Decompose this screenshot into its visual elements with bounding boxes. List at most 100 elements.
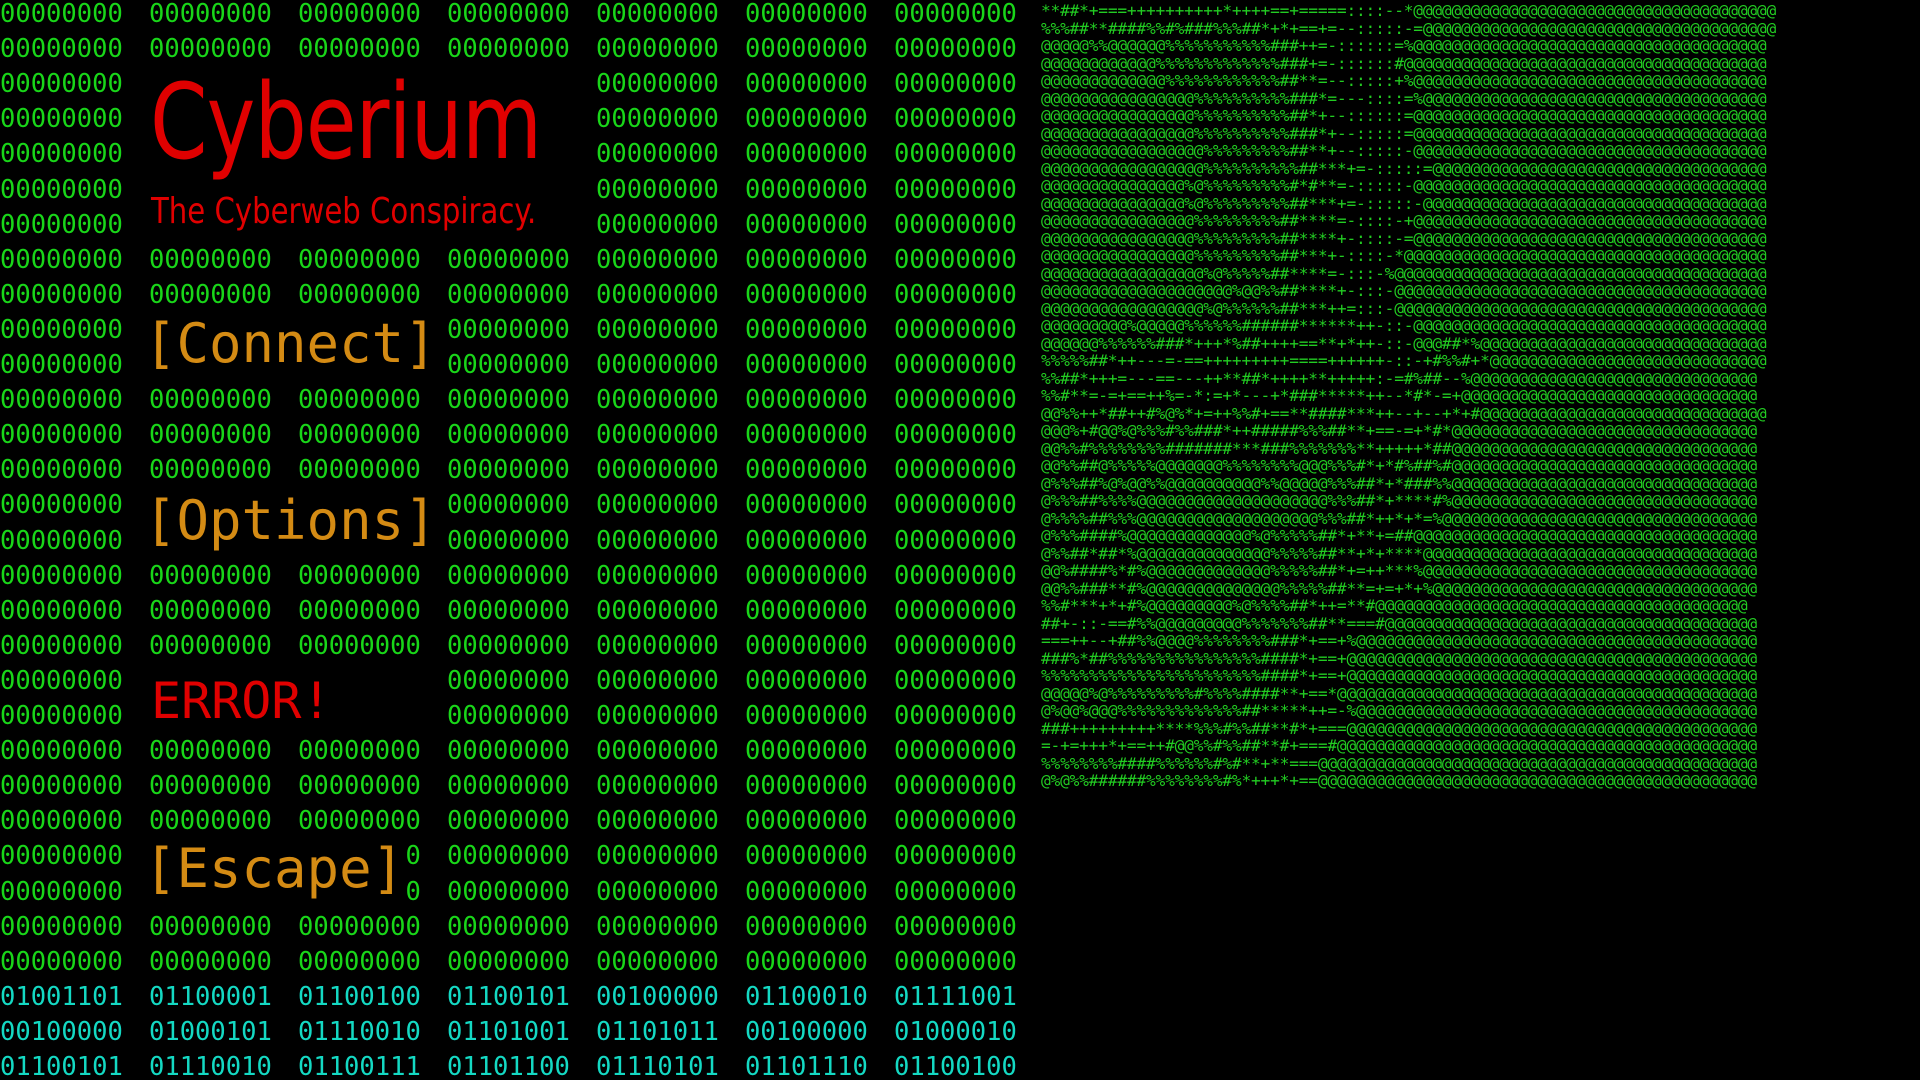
- binary-cell: 00000000: [596, 139, 719, 170]
- binary-cell: 00000000: [447, 806, 570, 837]
- ascii-art-line: @@@@@@@@@@@@%%%%%%%%%%%%%###+=-::::::#@@…: [1041, 53, 1767, 73]
- ascii-art-line: @@@@@%@%%%%%%%%%#%%%%####**+==*@@@@@@@@@…: [1041, 683, 1757, 703]
- binary-cell: 00000000: [894, 69, 1017, 100]
- binary-cell: 01100010: [745, 981, 868, 1012]
- binary-cell: 00000000: [745, 736, 868, 767]
- binary-cell: 00000000: [894, 525, 1017, 556]
- ascii-art-line: @@%%#%%%%%%%%#######***###%%%%%%%**+++++…: [1041, 438, 1757, 458]
- binary-cell: 00000000: [894, 34, 1017, 65]
- binary-cell: 00000000: [447, 385, 570, 416]
- binary-cell: 01100100: [298, 981, 421, 1012]
- binary-cell: 00000000: [0, 420, 123, 451]
- binary-cell: 00000000: [447, 525, 570, 556]
- binary-cell: 00000000: [0, 946, 123, 977]
- binary-cell: 00100000: [596, 981, 719, 1012]
- ascii-art-line: %%%##**####%%#%###%%%##*+*+==+=--:::::-=…: [1041, 18, 1777, 38]
- binary-cell: 00000000: [149, 806, 272, 837]
- binary-cell: 00000000: [0, 385, 123, 416]
- binary-cell: 00000000: [745, 946, 868, 977]
- ascii-art-line: @@%####%*#%@@@@@@@@@@@@@%%%%%##*+=++***%…: [1041, 561, 1757, 580]
- binary-cell: 00000000: [0, 841, 123, 872]
- binary-cell: 01001101: [0, 981, 123, 1012]
- ascii-art-line: ###%*##%%%%%%%%%%%%%%%%####*+==+@@@@@@@@…: [1041, 648, 1757, 668]
- ascii-art-line: @%%%##%%%%@@@@@@@@@@@@@@@@@@@@%%%##*+***…: [1041, 491, 1757, 510]
- binary-cell: 00000000: [596, 174, 719, 205]
- binary-cell: 00000000: [596, 876, 719, 907]
- binary-cell: 00000000: [745, 876, 868, 907]
- binary-cell: 00000000: [447, 279, 570, 310]
- ascii-art-line: @@@@@@@@@@@@@@@@@%%%%%%%%%%##***+=-:::::…: [1041, 158, 1767, 178]
- binary-cell: 00000000: [894, 174, 1017, 205]
- binary-cell: 00000000: [596, 911, 719, 942]
- binary-cell: 00100000: [745, 1016, 868, 1047]
- binary-cell: 00000000: [894, 455, 1017, 486]
- binary-cell: 00000000: [149, 911, 272, 942]
- binary-cell: 00000000: [149, 595, 272, 626]
- binary-cell: 00000000: [447, 314, 570, 345]
- ascii-art-line: @@@@@@@@@@@@@@@@%%%%%%%%%##***+-::::-*@@…: [1041, 246, 1767, 265]
- binary-cell: 00000000: [745, 665, 868, 696]
- binary-cell: 00000000: [894, 736, 1017, 767]
- binary-cell: 00000000: [0, 174, 123, 205]
- binary-cell: 00000000: [596, 560, 719, 591]
- binary-cell: 00000000: [745, 139, 868, 170]
- escape-button[interactable]: [Escape]: [144, 838, 404, 900]
- binary-cell: 00000000: [149, 244, 272, 275]
- ascii-art-line: @@@%+#@@%@%%%#%%###*++#####%%%##**+==-=+…: [1041, 421, 1757, 440]
- ascii-art-line: ===++--+##%%@@@@%%%%%%%%###*+==+%@@@@@@@…: [1041, 631, 1757, 650]
- binary-cell: 00000000: [596, 736, 719, 767]
- binary-cell: 00000000: [447, 595, 570, 626]
- options-button[interactable]: [Options]: [144, 490, 437, 552]
- binary-cell: 00000000: [596, 946, 719, 977]
- ascii-art-line: @@@@@@@@@@@@@@@%@%%%%%%%%%#*#**=-:::::-@…: [1041, 176, 1767, 195]
- ascii-art-line: @@%%###**#%@@@@@@@@@@@@@@%%%%%##**=+=+*+…: [1041, 578, 1757, 598]
- ascii-art-line: **##*+===++++++++++*++++==+=====::::--*@…: [1041, 1, 1777, 20]
- ascii-art-line: %%%%%%%%%%%%%%%%%%%%%%%####*+==+@@@@@@@@…: [1041, 666, 1757, 685]
- binary-cell: 00000000: [894, 490, 1017, 521]
- ascii-art-line: %%%%%##*++---=-==+++++++++====++++++-::-…: [1041, 351, 1767, 370]
- binary-cell: 01101110: [745, 1052, 868, 1080]
- binary-cell: 00000000: [447, 911, 570, 942]
- ascii-art-line: @@@@@@@@@@@@@@@@@%@%%%%%##****=-:::-%@@@…: [1041, 263, 1767, 283]
- binary-cell: 00000000: [447, 34, 570, 65]
- ascii-art-line: @@@@@@@@@@@@@@@@%%%%%%%%%##****=-::::-+@…: [1041, 211, 1767, 230]
- binary-cell: 00000000: [745, 0, 868, 29]
- binary-cell: 00000000: [894, 420, 1017, 451]
- ascii-art-line: @%%##*##*%@@@@@@@@@@@@@@%%%%%##**+*+****…: [1041, 543, 1757, 563]
- binary-cell: 00000000: [745, 209, 868, 240]
- connect-button[interactable]: [Connect]: [144, 313, 437, 375]
- binary-cell: 00000000: [0, 525, 123, 556]
- binary-cell: 00000000: [0, 279, 123, 310]
- ascii-art-panel: **##*+===++++++++++*++++==+=====::::--*@…: [1041, 0, 1920, 1080]
- binary-cell: 00000000: [447, 841, 570, 872]
- binary-cell: 00000000: [894, 0, 1017, 29]
- binary-cell: 00000000: [149, 560, 272, 591]
- binary-cell: 00000000: [298, 736, 421, 767]
- binary-cell: 01111001: [894, 981, 1017, 1012]
- binary-cell: 00000000: [0, 560, 123, 591]
- binary-cell: 00000000: [447, 946, 570, 977]
- binary-cell: 00000000: [745, 595, 868, 626]
- ascii-art-line: @@@@@@%%%%%%###*+++*%##++++==**+*++-::-@…: [1041, 333, 1767, 353]
- binary-cell: 00000000: [745, 701, 868, 731]
- binary-cell: 00000000: [447, 490, 570, 521]
- binary-cell: 00000000: [447, 771, 570, 802]
- ascii-art-line: =-+=+++*+==++#@@%%#%%##**#+===#@@@@@@@@@…: [1041, 736, 1757, 755]
- binary-cell: 00000000: [0, 911, 123, 942]
- ascii-art-line: @@@@@@@@@@@@@%%%%%%%%%%%%##**=--:::::+%@…: [1041, 71, 1767, 90]
- binary-cell: 00000000: [596, 350, 719, 380]
- binary-cell: 00000000: [745, 525, 868, 556]
- binary-cell: 00000000: [596, 314, 719, 345]
- binary-cell: 00000000: [894, 595, 1017, 626]
- ascii-art-line: @@@@@@@@@@@@@@@@@%%%%%%%%%##**+--:::::-@…: [1041, 141, 1767, 160]
- ascii-art-line: @@@@@@@@@@@@@@@@@@@@%@@%%##****+-:::-@@@…: [1041, 281, 1767, 300]
- binary-cell: 00000000: [745, 911, 868, 942]
- ascii-art-line: @@@@@%%@@@@@@%%%%%%%%%%%###++=-::::::=%@…: [1041, 36, 1767, 55]
- binary-cell: 00000000: [149, 630, 272, 661]
- binary-cell: 00000000: [298, 420, 421, 451]
- binary-cell: 00000000: [0, 630, 123, 661]
- binary-cell: 00000000: [447, 736, 570, 767]
- ascii-art-line: @@@@@@@@@%@@@@@%%%%%%######******++-::-@…: [1041, 316, 1767, 335]
- ascii-art-line: %%%%%%%%####%%%%%%#%#**+**===@@@@@@@@@@@…: [1041, 753, 1757, 773]
- binary-cell: 00000000: [149, 385, 272, 416]
